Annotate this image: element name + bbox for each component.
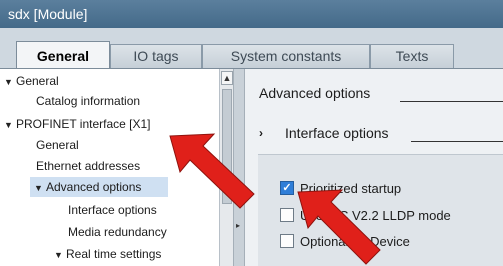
tree-item-ethernet-addresses[interactable]: Ethernet addresses — [36, 156, 140, 176]
tree-item-label: Media redundancy — [68, 225, 167, 239]
tree-item-label: Ethernet addresses — [36, 159, 141, 173]
tree-item-label: General — [16, 74, 59, 88]
section-divider — [400, 101, 503, 102]
tree-item-label: Advanced options — [46, 180, 142, 194]
tab-bar: General IO tags System constants Texts — [0, 28, 503, 69]
tree-item-label: Catalog information — [36, 94, 141, 108]
tab-io-tags[interactable]: IO tags — [110, 44, 202, 68]
tree-item-label: Interface options — [68, 203, 157, 217]
subsection-divider — [411, 141, 503, 142]
tree-item-interface-options[interactable]: Interface options — [68, 200, 157, 220]
tree-item-real-time-settings[interactable]: ▼ Real time settings — [54, 244, 161, 264]
tree-item-label: Real time settings — [66, 247, 162, 261]
tree-item-label: PROFINET interface [X1] — [16, 117, 151, 131]
chevron-right-icon[interactable]: › — [259, 126, 263, 140]
tab-general[interactable]: General — [16, 41, 110, 69]
scroll-up-arrow-icon[interactable]: ▲ — [221, 71, 233, 85]
title-bar: sdx [Module] — [0, 0, 503, 29]
red-arrow-icon — [297, 189, 381, 265]
tree-item-profinet-interface[interactable]: ▼ PROFINET interface [X1] — [4, 114, 151, 134]
subsection-title-interface-options[interactable]: Interface options — [285, 125, 389, 141]
tree-item-general[interactable]: ▼ General — [4, 71, 59, 91]
tab-system-constants[interactable]: System constants — [202, 44, 370, 68]
module-properties-window: sdx [Module] General IO tags System cons… — [0, 0, 503, 266]
tree-item-media-redundancy[interactable]: Media redundancy — [68, 222, 167, 242]
tree-item-interface-general[interactable]: General — [36, 135, 79, 155]
triangle-down-icon[interactable]: ▼ — [4, 115, 16, 135]
section-title-advanced-options: Advanced options — [259, 85, 371, 101]
red-arrow-icon — [169, 133, 255, 209]
splitter-arrow-icon[interactable]: ▸ — [236, 221, 242, 231]
tab-texts[interactable]: Texts — [370, 44, 454, 68]
window-title: sdx [Module] — [8, 6, 88, 22]
triangle-down-icon[interactable]: ▼ — [4, 72, 16, 92]
tree-item-catalog-information[interactable]: Catalog information — [36, 91, 140, 111]
tree-item-label: General — [36, 138, 79, 152]
triangle-down-icon[interactable]: ▼ — [54, 245, 66, 265]
triangle-down-icon[interactable]: ▼ — [34, 178, 46, 198]
tree-item-advanced-options[interactable]: ▼ Advanced options — [30, 177, 168, 197]
